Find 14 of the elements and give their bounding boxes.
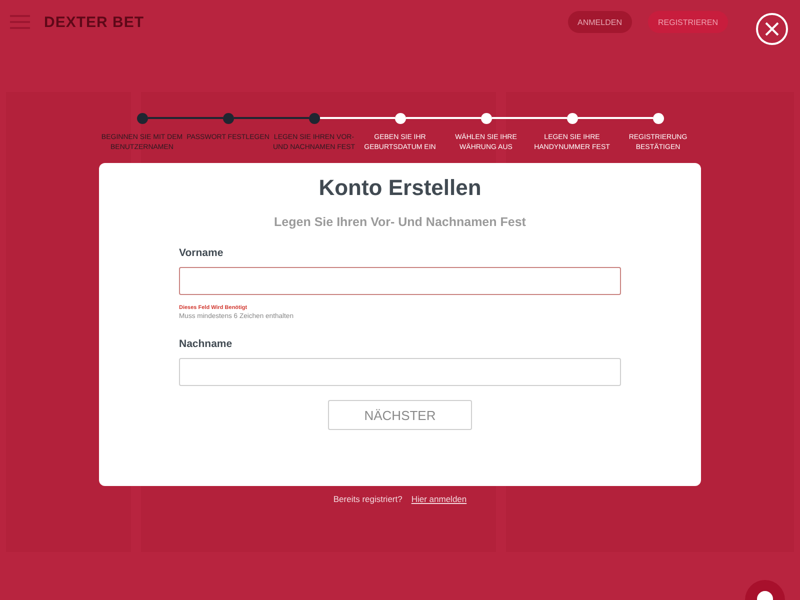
- register-button[interactable]: REGISTRIEREN: [648, 11, 728, 33]
- input-field[interactable]: [179, 267, 621, 295]
- login-button[interactable]: ANMELDEN: [568, 11, 632, 33]
- logo[interactable]: DEXTER BET: [44, 14, 144, 30]
- login-link[interactable]: Hier anmelden: [411, 494, 467, 504]
- field-label: Vorname: [179, 247, 224, 259]
- next-button[interactable]: NÄCHSTER: [328, 400, 472, 430]
- input-field[interactable]: [179, 358, 621, 386]
- dialog-title: Konto Erstellen: [318, 175, 482, 201]
- dialog-subtitle: Legen Sie Ihren Vor- Und Nachnamen Fest: [274, 215, 526, 229]
- close-button[interactable]: [756, 13, 788, 45]
- close-icon: [765, 22, 779, 36]
- already-registered-text: Bereits registriert?: [333, 494, 402, 504]
- field-label: Nachname: [179, 338, 234, 350]
